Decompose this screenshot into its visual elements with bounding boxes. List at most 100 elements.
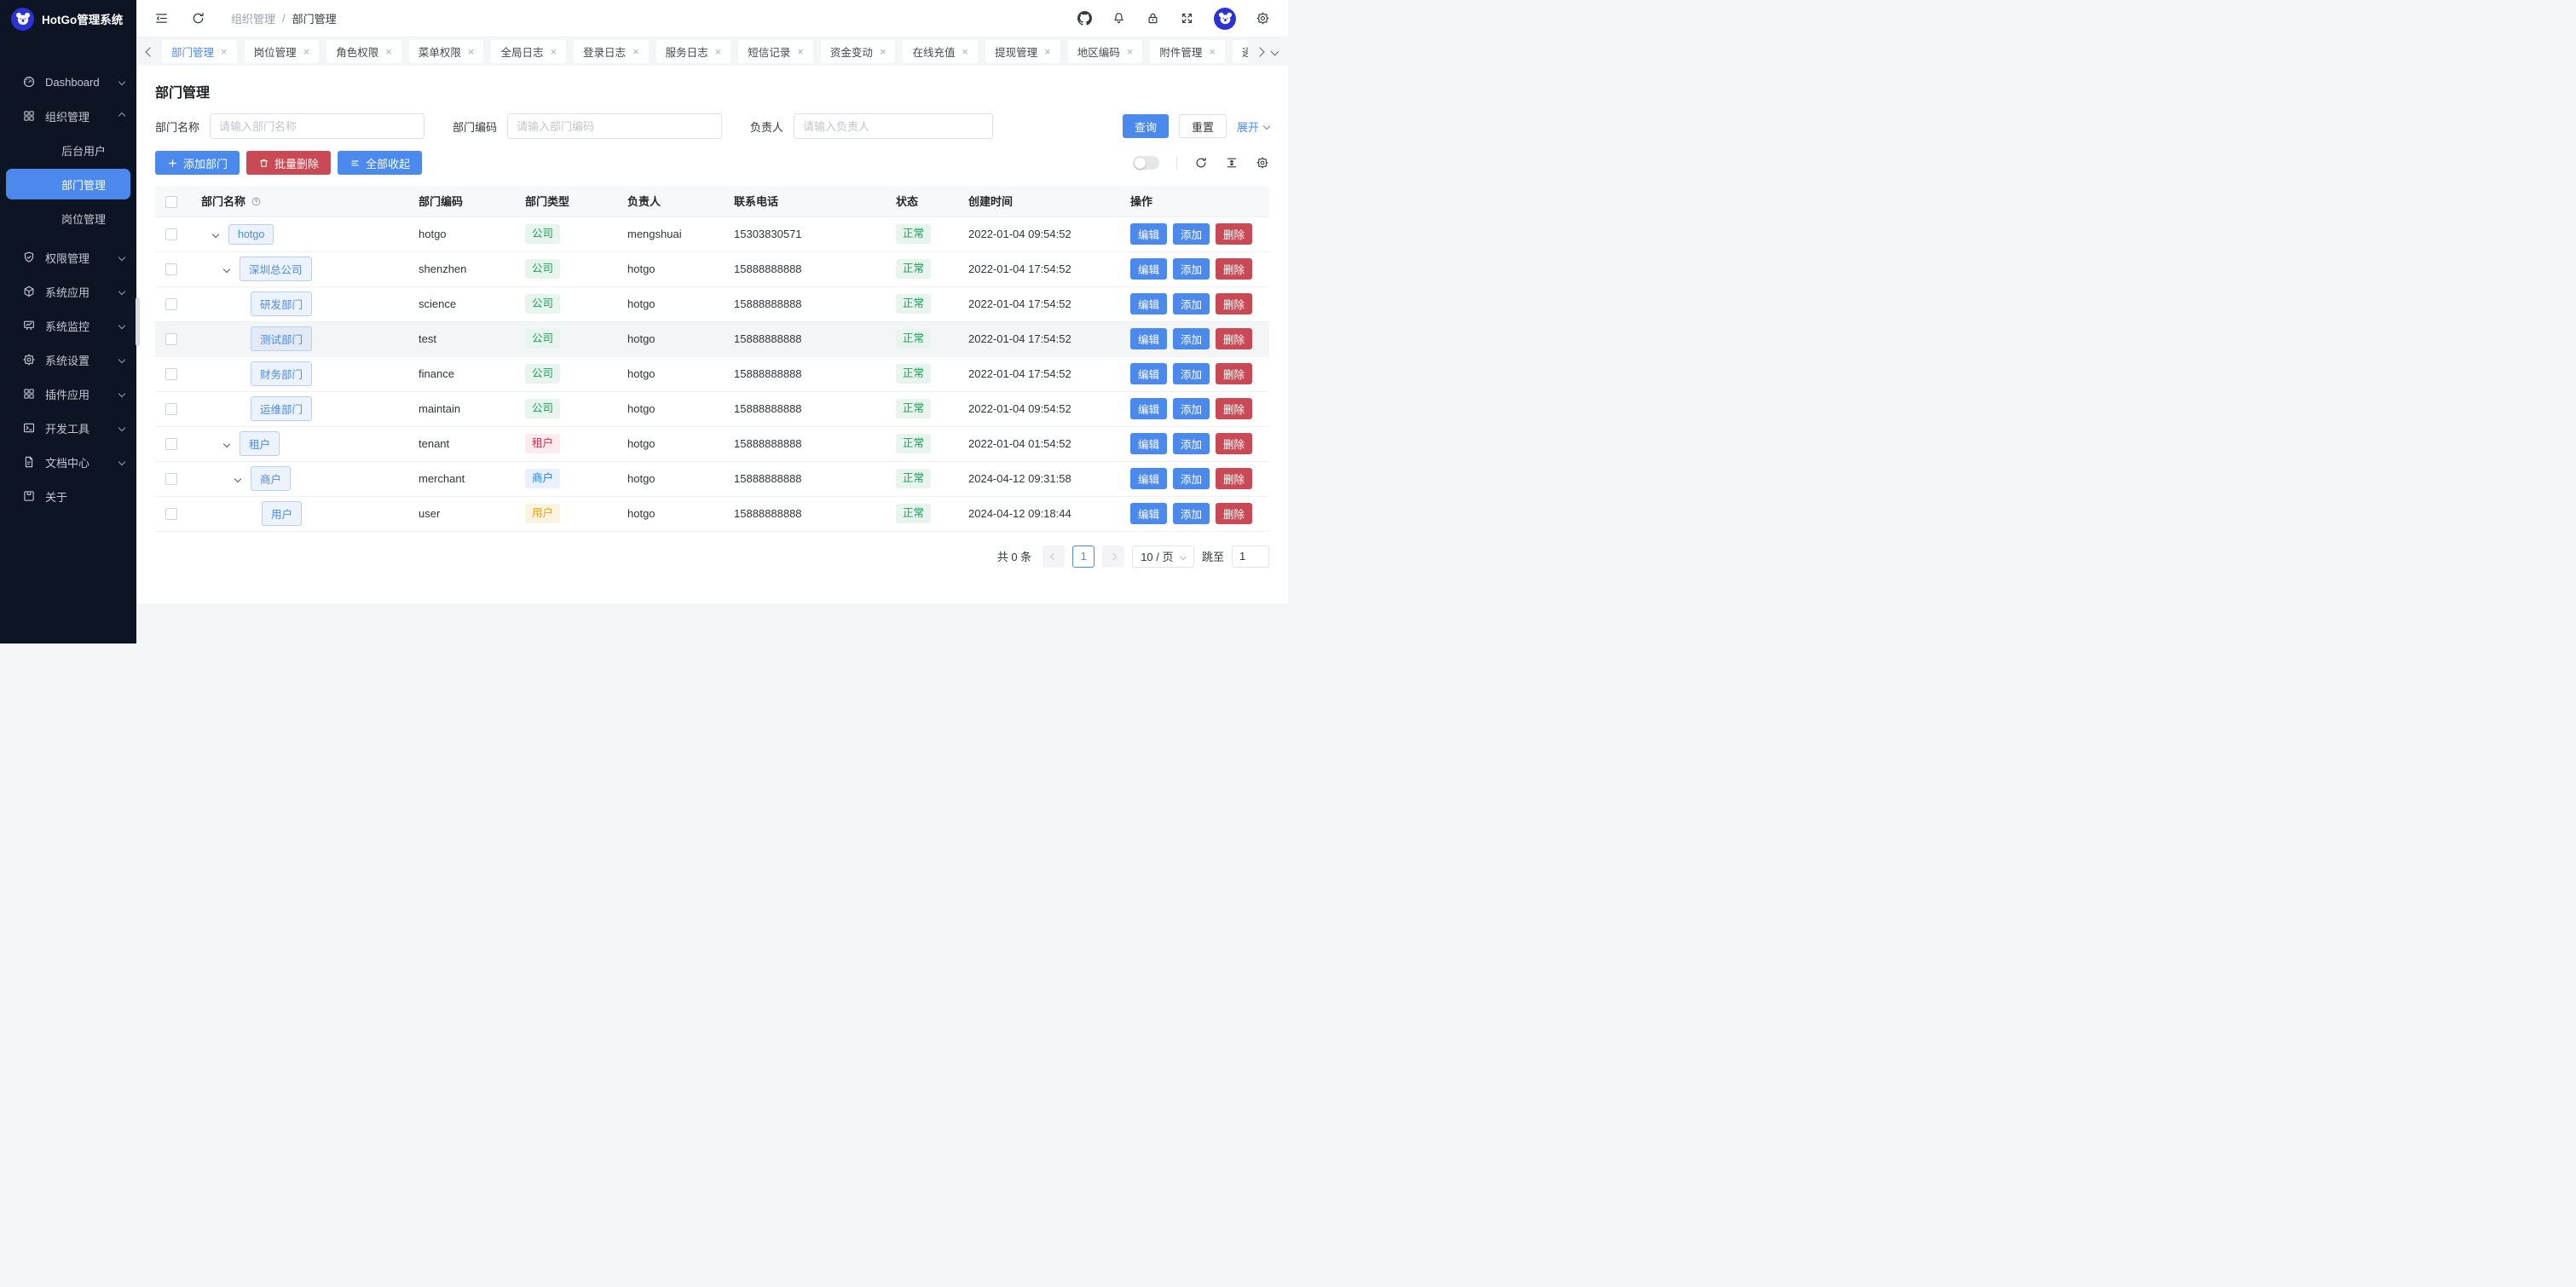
filter-input[interactable]	[507, 113, 722, 139]
user-avatar[interactable]	[1214, 8, 1236, 30]
department-name-button[interactable]: 研发部门	[251, 291, 312, 316]
delete-button[interactable]: 删除	[1216, 433, 1252, 454]
delete-button[interactable]: 删除	[1216, 223, 1252, 245]
sidebar-scrollbar-thumb[interactable]	[136, 297, 140, 346]
sidebar-item[interactable]: 权限管理	[0, 242, 136, 273]
tab-close-icon[interactable]: ×	[550, 46, 557, 57]
add-button[interactable]: 添加	[1173, 293, 1210, 315]
jump-to-input[interactable]	[1232, 545, 1269, 568]
tree-expand-icon[interactable]	[234, 475, 241, 482]
settings-gear-icon[interactable]	[1256, 11, 1270, 26]
pagination-page-1[interactable]: 1	[1072, 545, 1095, 568]
select-checkbox[interactable]	[165, 473, 177, 485]
sidebar-item[interactable]: Dashboard	[0, 66, 136, 97]
add-button[interactable]: 添加	[1173, 503, 1210, 524]
reset-button[interactable]: 重置	[1179, 114, 1227, 138]
tab-close-icon[interactable]: ×	[385, 46, 392, 57]
logo[interactable]: HotGo管理系统	[0, 0, 136, 38]
delete-button[interactable]: 删除	[1216, 293, 1252, 315]
tab-item[interactable]: 岗位管理×	[245, 40, 320, 63]
department-name-button[interactable]: 商户	[251, 466, 291, 491]
add-button[interactable]: 添加	[1173, 468, 1210, 489]
sidebar-item[interactable]: 关于	[0, 481, 136, 511]
edit-button[interactable]: 编辑	[1130, 503, 1167, 524]
sidebar-item[interactable]: 组织管理	[0, 101, 136, 131]
department-name-button[interactable]: 租户	[240, 431, 280, 456]
sidebar-item[interactable]: 文档中心	[0, 447, 136, 477]
tree-expand-icon[interactable]	[223, 440, 230, 447]
batch-delete-button[interactable]: 批量删除	[246, 151, 331, 175]
department-name-button[interactable]: 用户	[262, 501, 302, 526]
expand-filters-link[interactable]: 展开	[1237, 118, 1269, 135]
sidebar-item[interactable]: 系统设置	[0, 344, 136, 375]
tab-item[interactable]: 角色权限×	[326, 40, 401, 63]
tab-item[interactable]: 附件管理×	[1150, 40, 1225, 63]
tab-close-icon[interactable]: ×	[715, 46, 722, 57]
sidebar-item[interactable]: 系统应用	[0, 276, 136, 307]
reload-table-icon[interactable]	[1194, 156, 1208, 170]
tab-item[interactable]: 部门管理×	[162, 40, 237, 63]
tree-expand-icon[interactable]	[223, 265, 230, 272]
notifications-bell-icon[interactable]	[1112, 11, 1126, 26]
add-button[interactable]: 添加	[1173, 398, 1210, 419]
tab-item[interactable]: 资金变动×	[821, 40, 896, 63]
filter-input[interactable]	[794, 113, 993, 139]
tab-close-icon[interactable]: ×	[303, 46, 310, 57]
tab-item[interactable]: 短信记录×	[738, 40, 813, 63]
select-all-checkbox[interactable]	[165, 196, 177, 208]
pagination-next-button[interactable]	[1102, 545, 1124, 568]
tab-close-icon[interactable]: ×	[632, 46, 639, 57]
select-checkbox[interactable]	[165, 333, 177, 345]
department-name-button[interactable]: 运维部门	[251, 396, 312, 421]
select-checkbox[interactable]	[165, 403, 177, 415]
breadcrumb-parent[interactable]: 组织管理	[231, 10, 275, 26]
filter-input[interactable]	[210, 113, 425, 139]
pagination-prev-button[interactable]	[1043, 545, 1065, 568]
delete-button[interactable]: 删除	[1216, 503, 1252, 524]
delete-button[interactable]: 删除	[1216, 468, 1252, 489]
striped-toggle[interactable]	[1133, 156, 1159, 170]
tab-close-icon[interactable]: ×	[1044, 46, 1051, 57]
delete-button[interactable]: 删除	[1216, 258, 1252, 280]
tab-item[interactable]: 提现管理×	[985, 40, 1060, 63]
delete-button[interactable]: 删除	[1216, 398, 1252, 419]
edit-button[interactable]: 编辑	[1130, 258, 1167, 280]
refresh-page-icon[interactable]	[191, 11, 205, 26]
edit-button[interactable]: 编辑	[1130, 293, 1167, 315]
department-name-button[interactable]: hotgo	[228, 224, 274, 245]
tab-close-icon[interactable]: ×	[797, 46, 804, 57]
department-name-button[interactable]: 深圳总公司	[240, 257, 312, 281]
edit-button[interactable]: 编辑	[1130, 223, 1167, 245]
select-checkbox[interactable]	[165, 263, 177, 275]
tabs-scroll-right-icon[interactable]	[1256, 49, 1263, 55]
github-icon[interactable]	[1077, 11, 1092, 26]
tab-item[interactable]: 服务日志×	[656, 40, 731, 63]
sidebar-item[interactable]: 岗位管理	[0, 203, 136, 234]
add-button[interactable]: 添加	[1173, 328, 1210, 349]
edit-button[interactable]: 编辑	[1130, 398, 1167, 419]
sidebar-item[interactable]: 系统监控	[0, 310, 136, 341]
row-height-icon[interactable]	[1225, 156, 1239, 170]
help-icon[interactable]	[251, 196, 262, 207]
tab-close-icon[interactable]: ×	[468, 46, 475, 57]
tab-close-icon[interactable]: ×	[1209, 46, 1216, 57]
add-button[interactable]: 添加	[1173, 363, 1210, 384]
select-checkbox[interactable]	[165, 508, 177, 520]
tab-item[interactable]: 菜单权限×	[409, 40, 484, 63]
fullscreen-icon[interactable]	[1180, 11, 1194, 26]
collapse-sidebar-icon[interactable]	[154, 11, 169, 26]
lock-screen-icon[interactable]	[1146, 11, 1160, 26]
tree-expand-icon[interactable]	[212, 230, 219, 237]
edit-button[interactable]: 编辑	[1130, 468, 1167, 489]
tab-item[interactable]: 通知公告×	[1233, 40, 1248, 63]
add-button[interactable]: 添加	[1173, 258, 1210, 280]
column-settings-gear-icon[interactable]	[1256, 156, 1269, 170]
tabs-menu-chevron-icon[interactable]	[1272, 49, 1278, 55]
sidebar-item[interactable]: 后台用户	[0, 135, 136, 165]
add-department-button[interactable]: 添加部门	[155, 151, 240, 175]
delete-button[interactable]: 删除	[1216, 363, 1252, 384]
select-checkbox[interactable]	[165, 368, 177, 380]
tab-close-icon[interactable]: ×	[1127, 46, 1134, 57]
edit-button[interactable]: 编辑	[1130, 433, 1167, 454]
tab-item[interactable]: 登录日志×	[574, 40, 649, 63]
